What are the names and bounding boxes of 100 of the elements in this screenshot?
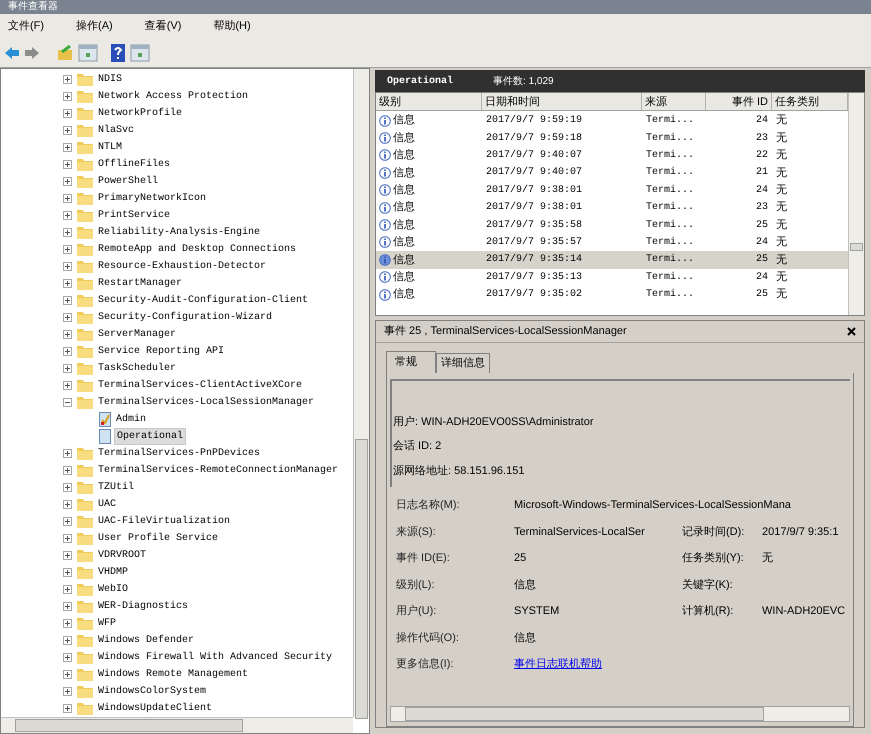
tree-item[interactable]: Security-Configuration-Wizard	[98, 310, 272, 325]
tree-item[interactable]: WER-Diagnostics	[98, 599, 188, 614]
help-icon[interactable]	[110, 42, 126, 62]
expander-icon[interactable]	[63, 500, 72, 509]
vertical-scrollbar[interactable]	[353, 69, 369, 717]
expander-icon[interactable]	[63, 143, 72, 152]
tree-item[interactable]: Reliability-Analysis-Engine	[98, 225, 260, 240]
tree-item[interactable]: Service Reporting API	[98, 344, 224, 359]
tree-item[interactable]: PrimaryNetworkIcon	[98, 191, 206, 206]
tree-item[interactable]: WindowsColorSystem	[98, 684, 206, 699]
expander-icon[interactable]	[63, 568, 72, 577]
menu-item[interactable]: 文件(F)	[4, 18, 48, 34]
tree-item[interactable]: TZUtil	[98, 480, 134, 495]
expander-icon[interactable]	[63, 483, 72, 492]
tree-item[interactable]: TerminalServices-ClientActiveXCore	[98, 378, 302, 393]
expander-icon[interactable]	[63, 551, 72, 560]
tree-item[interactable]: ServerManager	[98, 327, 176, 342]
expander-icon[interactable]	[63, 517, 72, 526]
table-row[interactable]: 信息 2017/9/7 9:59:18 Termi... 23 无	[376, 129, 848, 147]
expander-icon[interactable]	[63, 585, 72, 594]
tree-item[interactable]: Security-Audit-Configuration-Client	[98, 293, 308, 308]
tree-item[interactable]: VDRVROOT	[98, 548, 146, 563]
window-icon[interactable]	[78, 42, 98, 62]
table-row[interactable]: 信息 2017/9/7 9:35:13 Termi... 24 无	[376, 268, 848, 286]
table-row[interactable]: 信息 2017/9/7 9:35:57 Termi... 24 无	[376, 234, 848, 252]
expander-icon[interactable]	[63, 194, 72, 203]
expander-icon[interactable]	[63, 279, 72, 288]
expander-icon[interactable]	[63, 160, 72, 169]
table-row[interactable]: 信息 2017/9/7 9:40:07 Termi... 22 无	[376, 146, 848, 164]
tree-item[interactable]: PrintService	[98, 208, 170, 223]
tree-item[interactable]: NDIS	[98, 72, 122, 87]
tree-item[interactable]: Admin	[114, 412, 148, 427]
menu-item[interactable]: 帮助(H)	[209, 18, 255, 34]
expander-icon[interactable]	[63, 670, 72, 679]
tree-item[interactable]: NetworkProfile	[98, 106, 182, 121]
tree-item[interactable]: TaskScheduler	[98, 361, 176, 376]
expander-icon[interactable]	[63, 313, 72, 322]
expander-icon[interactable]	[63, 704, 72, 713]
expander-icon[interactable]	[63, 296, 72, 305]
column-header[interactable]: 来源	[642, 93, 706, 110]
expander-icon[interactable]	[63, 687, 72, 696]
tree-item[interactable]: OfflineFiles	[98, 157, 170, 172]
expander-icon[interactable]	[63, 449, 72, 458]
expander-icon[interactable]	[63, 602, 72, 611]
expander-icon[interactable]	[63, 636, 72, 645]
tree-item[interactable]: User Profile Service	[98, 531, 218, 546]
expander-icon[interactable]	[63, 245, 72, 254]
column-header[interactable]: 级别	[376, 93, 482, 110]
expander-icon[interactable]	[63, 109, 72, 118]
tree-item[interactable]: Resource-Exhaustion-Detector	[98, 259, 266, 274]
column-header[interactable]: 事件 ID	[706, 93, 772, 110]
tree-item[interactable]: Windows Firewall With Advanced Security	[98, 650, 332, 665]
collapse-icon[interactable]	[63, 398, 72, 407]
back-icon[interactable]	[4, 46, 20, 60]
horizontal-scrollbar[interactable]	[1, 717, 353, 733]
tree-item[interactable]: RestartManager	[98, 276, 182, 291]
expander-icon[interactable]	[63, 466, 72, 475]
tree-item[interactable]: Network Access Protection	[98, 89, 248, 104]
expander-icon[interactable]	[63, 211, 72, 220]
tree-item[interactable]: RemoteApp and Desktop Connections	[98, 242, 296, 257]
table-row[interactable]: 信息 2017/9/7 9:38:01 Termi... 23 无	[376, 198, 848, 216]
tree-item[interactable]: Operational	[114, 428, 186, 445]
menu-item[interactable]: 查看(V)	[140, 18, 186, 34]
expander-icon[interactable]	[63, 347, 72, 356]
tree-item[interactable]: PowerShell	[98, 174, 158, 189]
expander-icon[interactable]	[63, 177, 72, 186]
expander-icon[interactable]	[63, 92, 72, 101]
column-header[interactable]: 日期和时间	[482, 93, 642, 110]
expander-icon[interactable]	[63, 262, 72, 271]
tree-item[interactable]: WFP	[98, 616, 116, 631]
expander-icon[interactable]	[63, 653, 72, 662]
help-link[interactable]: 事件日志联机帮助	[514, 656, 682, 672]
forward-icon[interactable]	[24, 46, 40, 60]
horizontal-scrollbar[interactable]	[390, 706, 850, 722]
tree-item[interactable]: WebIO	[98, 582, 128, 597]
expander-icon[interactable]	[63, 619, 72, 628]
tree-item[interactable]: NlaSvc	[98, 123, 134, 138]
table-row[interactable]: 信息 2017/9/7 9:35:02 Termi... 25 无	[376, 286, 848, 304]
table-row[interactable]: 信息 2017/9/7 9:40:07 Termi... 21 无	[376, 164, 848, 182]
table-row[interactable]: 信息 2017/9/7 9:35:58 Termi... 25 无	[376, 216, 848, 234]
tree-item[interactable]: Windows Remote Management	[98, 667, 248, 682]
tree-item[interactable]: TerminalServices-LocalSessionManager	[98, 395, 314, 410]
tree-item[interactable]: TerminalServices-PnPDevices	[98, 446, 260, 461]
tree-item[interactable]: VHDMP	[98, 565, 128, 580]
close-icon[interactable]	[847, 327, 856, 336]
tree-item[interactable]: TerminalServices-RemoteConnectionManager	[98, 463, 338, 478]
table-row[interactable]: 信息 2017/9/7 9:38:01 Termi... 24 无	[376, 182, 848, 199]
vertical-scrollbar[interactable]	[848, 93, 864, 315]
tab[interactable]: 详细信息	[436, 353, 490, 373]
expander-icon[interactable]	[63, 126, 72, 135]
expander-icon[interactable]	[63, 381, 72, 390]
expander-icon[interactable]	[63, 228, 72, 237]
expander-icon[interactable]	[63, 75, 72, 84]
tree-item[interactable]: UAC-FileVirtualization	[98, 514, 230, 529]
table-row[interactable]: 信息 2017/9/7 9:59:19 Termi... 24 无	[376, 112, 848, 130]
tab[interactable]: 常规	[386, 351, 436, 373]
tree-item[interactable]: UAC	[98, 497, 116, 512]
expander-icon[interactable]	[63, 330, 72, 339]
tree-item[interactable]: Windows Defender	[98, 633, 194, 648]
folder-up-icon[interactable]	[56, 44, 74, 62]
